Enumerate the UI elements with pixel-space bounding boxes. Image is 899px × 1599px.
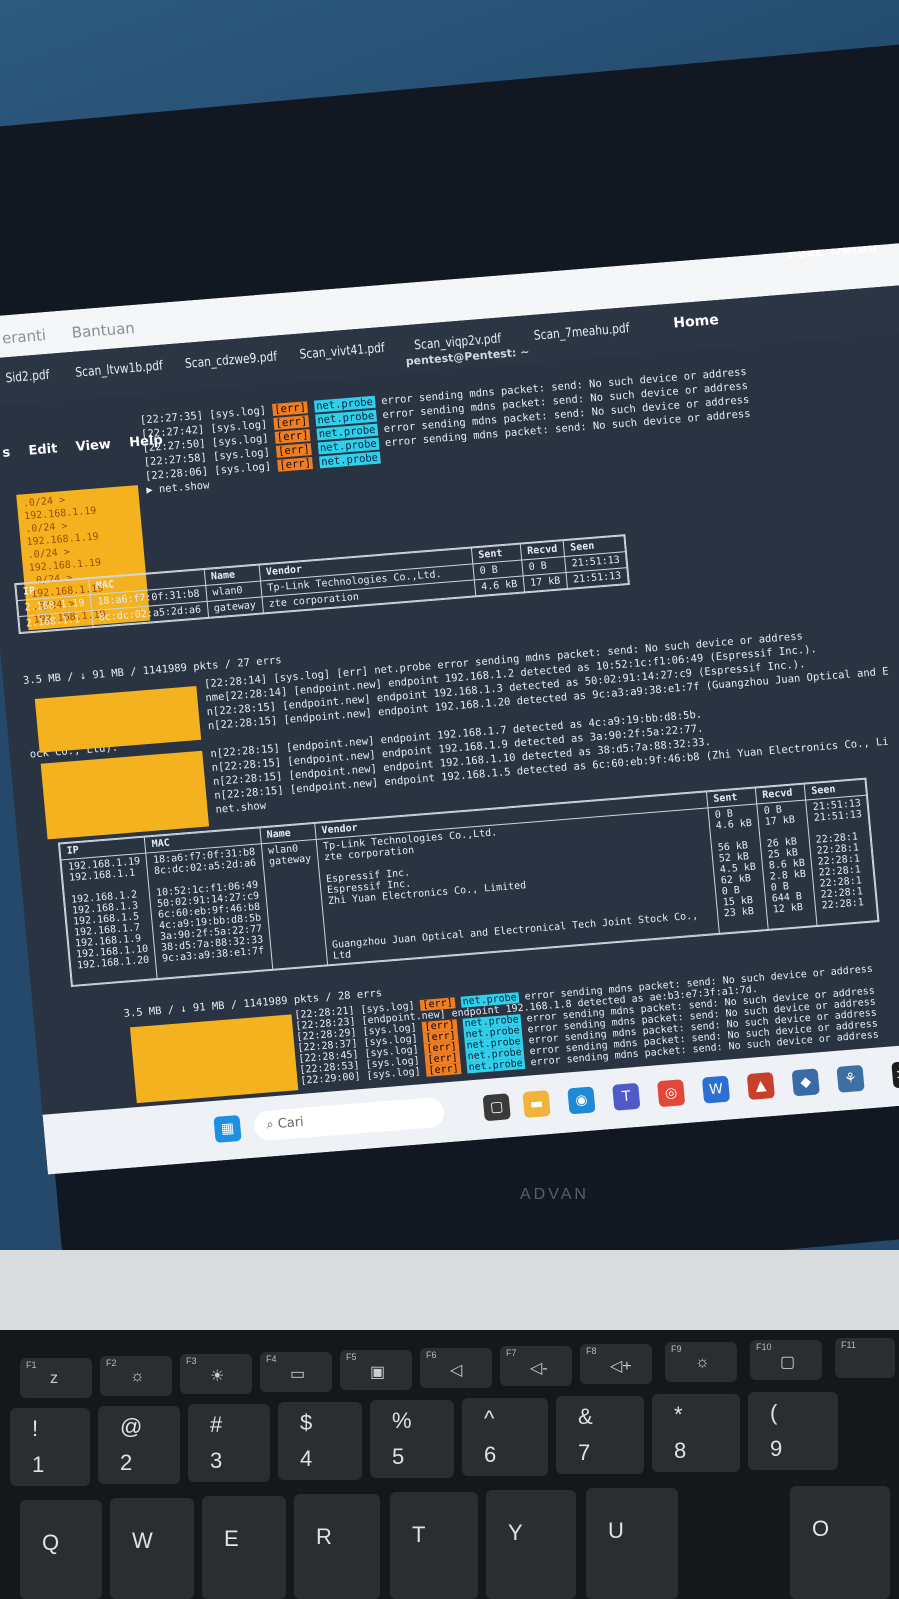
key-f2[interactable]: F2 ☼ bbox=[100, 1356, 172, 1396]
word-icon[interactable]: W bbox=[701, 1075, 731, 1104]
key-7[interactable]: & 7 bbox=[556, 1396, 644, 1474]
key-8[interactable]: * 8 bbox=[652, 1394, 740, 1472]
key-f9[interactable]: F9 ☼ bbox=[665, 1342, 737, 1382]
key-q[interactable]: Q bbox=[20, 1500, 102, 1599]
key-u[interactable]: U bbox=[586, 1488, 678, 1599]
virtualbox-icon[interactable]: ◆ bbox=[791, 1068, 820, 1097]
key-o[interactable]: O bbox=[790, 1486, 890, 1599]
terminal-menu-bar: s Edit View Help bbox=[2, 433, 164, 461]
windows-start-icon[interactable]: ▦ bbox=[213, 1114, 242, 1143]
teams-icon[interactable]: T bbox=[612, 1082, 641, 1111]
key-f1[interactable]: F1 z bbox=[20, 1358, 92, 1398]
menu-file[interactable]: s bbox=[2, 445, 11, 461]
key-t[interactable]: T bbox=[390, 1492, 478, 1599]
menu-view[interactable]: View bbox=[75, 437, 111, 455]
key-r[interactable]: R bbox=[294, 1494, 380, 1599]
key-y[interactable]: Y bbox=[486, 1490, 576, 1599]
key-2[interactable]: @2 bbox=[98, 1406, 180, 1484]
tab-file-0[interactable]: Sid2.pdf bbox=[5, 368, 50, 386]
laptop-screen: eranti Bantuan Feed Detail Sid2.pdf Scan… bbox=[0, 241, 899, 1175]
menu-edit[interactable]: Edit bbox=[28, 441, 58, 458]
prompt-box-3 bbox=[40, 750, 210, 840]
key-f7[interactable]: F7 ◁- bbox=[500, 1346, 572, 1386]
key-f5[interactable]: F5 ▣ bbox=[340, 1350, 412, 1390]
key-f6[interactable]: F6 ◁ bbox=[420, 1348, 492, 1388]
menu-item-bantuan[interactable]: Bantuan bbox=[71, 319, 136, 342]
tab-file-3[interactable]: Scan_vivt41.pdf bbox=[299, 341, 385, 363]
taskbar-search-input[interactable]: ⌕ Cari bbox=[253, 1096, 446, 1142]
search-icon: ⌕ bbox=[265, 1117, 275, 1133]
key-w[interactable]: W bbox=[110, 1498, 194, 1599]
home-link[interactable]: Home bbox=[673, 312, 720, 332]
task-view-icon[interactable]: ▢ bbox=[482, 1093, 511, 1122]
key-4[interactable]: $4 bbox=[278, 1402, 362, 1480]
laptop-brand-logo: ADVAN bbox=[520, 1186, 589, 1203]
menu-item-peralatan[interactable]: eranti bbox=[1, 326, 47, 347]
key-f8[interactable]: F8 ◁+ bbox=[580, 1344, 652, 1384]
file-explorer-icon[interactable]: ▬ bbox=[522, 1090, 551, 1119]
app-icon[interactable]: ▲ bbox=[746, 1072, 775, 1100]
python-icon[interactable]: ⚘ bbox=[836, 1064, 865, 1093]
key-e[interactable]: E bbox=[202, 1496, 286, 1599]
key-f11[interactable]: F11 bbox=[835, 1338, 895, 1378]
terminal-icon[interactable]: >_ bbox=[891, 1060, 899, 1089]
key-f3[interactable]: F3 ☀ bbox=[180, 1354, 252, 1394]
prompt-box-4 bbox=[129, 1014, 299, 1104]
tab-file-1[interactable]: Scan_ltvw1b.pdf bbox=[75, 359, 164, 381]
edge-browser-icon[interactable]: ◉ bbox=[567, 1086, 596, 1115]
tab-file-2[interactable]: Scan_cdzwe9.pdf bbox=[184, 350, 277, 372]
key-6[interactable]: ^ 6 bbox=[462, 1398, 548, 1476]
chrome-icon[interactable]: ◎ bbox=[657, 1079, 686, 1108]
key-9[interactable]: (9 bbox=[748, 1392, 838, 1470]
tab-file-5[interactable]: Scan_7meahu.pdf bbox=[533, 321, 630, 344]
key-1[interactable]: ! 1 bbox=[10, 1408, 90, 1486]
key-5[interactable]: % 5 bbox=[370, 1400, 454, 1478]
key-3[interactable]: #3 bbox=[188, 1404, 270, 1482]
key-f10[interactable]: F10 ▢ bbox=[750, 1340, 822, 1380]
key-f4[interactable]: F4 ▭ bbox=[260, 1352, 332, 1392]
